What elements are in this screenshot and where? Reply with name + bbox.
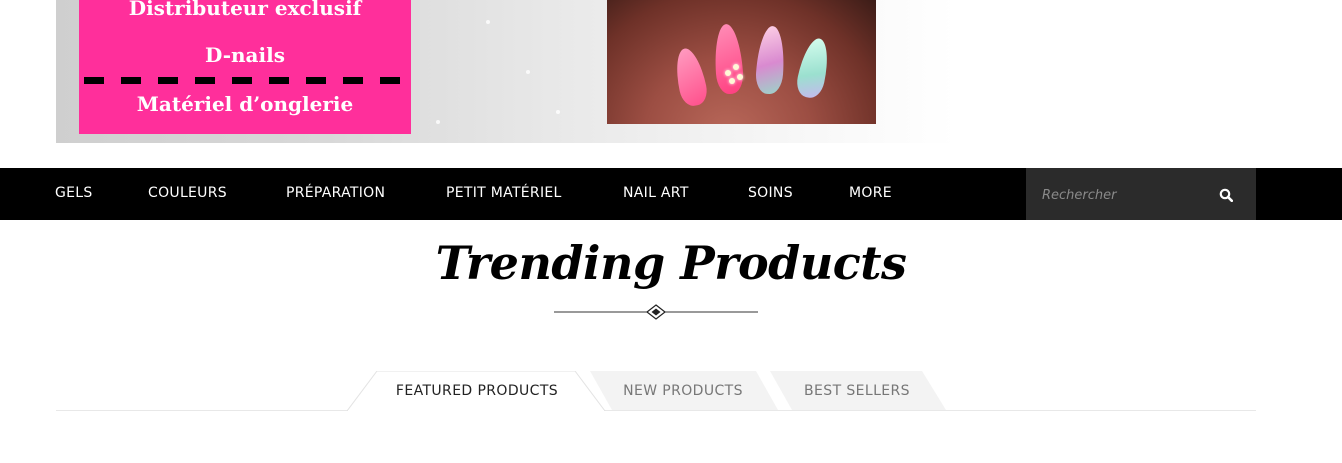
rhinestone	[729, 78, 735, 84]
search-box	[1026, 168, 1256, 220]
nail-shape	[712, 23, 745, 95]
banner-line-distributor: Distributeur exclusif	[128, 0, 362, 20]
rhinestone	[733, 64, 739, 70]
nail-shape	[671, 45, 710, 109]
tab-new-products[interactable]: NEW PRODUCTS	[590, 371, 780, 411]
banner-line-brand: D-nails	[205, 43, 285, 67]
nail-shape	[794, 35, 833, 101]
nav-item-couleurs[interactable]: COULEURS	[148, 185, 227, 201]
tab-featured-products[interactable]: FEATURED PRODUCTS	[347, 371, 607, 411]
nav-item-nail-art[interactable]: NAIL ART	[623, 185, 689, 201]
tab-best-sellers[interactable]: BEST SELLERS	[770, 371, 948, 411]
banner-dashed-divider	[84, 77, 406, 84]
sparkle-decoration	[556, 110, 560, 114]
main-nav-bar: GELS COULEURS PRÉPARATION PETIT MATÉRIEL…	[0, 168, 1342, 220]
tab-label: BEST SELLERS	[804, 383, 910, 399]
search-icon[interactable]	[1219, 188, 1233, 202]
nail-shape	[754, 25, 787, 95]
nav-item-preparation[interactable]: PRÉPARATION	[286, 185, 385, 201]
sparkle-decoration	[526, 70, 530, 74]
nav-item-soins[interactable]: SOINS	[748, 185, 793, 201]
sparkle-decoration	[436, 120, 440, 124]
rhinestone	[725, 70, 731, 76]
tab-label: FEATURED PRODUCTS	[395, 383, 559, 399]
nav-item-petit-materiel[interactable]: PETIT MATÉRIEL	[446, 185, 562, 201]
nav-item-gels[interactable]: GELS	[55, 185, 93, 201]
nails-photo	[607, 0, 876, 124]
nav-item-more[interactable]: MORE	[849, 185, 892, 201]
tab-label: NEW PRODUCTS	[623, 383, 743, 399]
ornament-divider	[554, 304, 758, 320]
search-input[interactable]	[1040, 183, 1204, 207]
header-banner[interactable]: Distributeur exclusif D-nails Matériel d…	[56, 0, 956, 143]
banner-line-material: Matériel d’onglerie	[136, 92, 354, 116]
section-title: Trending Products	[435, 236, 907, 290]
sparkle-decoration	[486, 20, 490, 24]
rhinestone	[737, 74, 743, 80]
banner-logo-box: Distributeur exclusif D-nails Matériel d…	[79, 0, 411, 134]
